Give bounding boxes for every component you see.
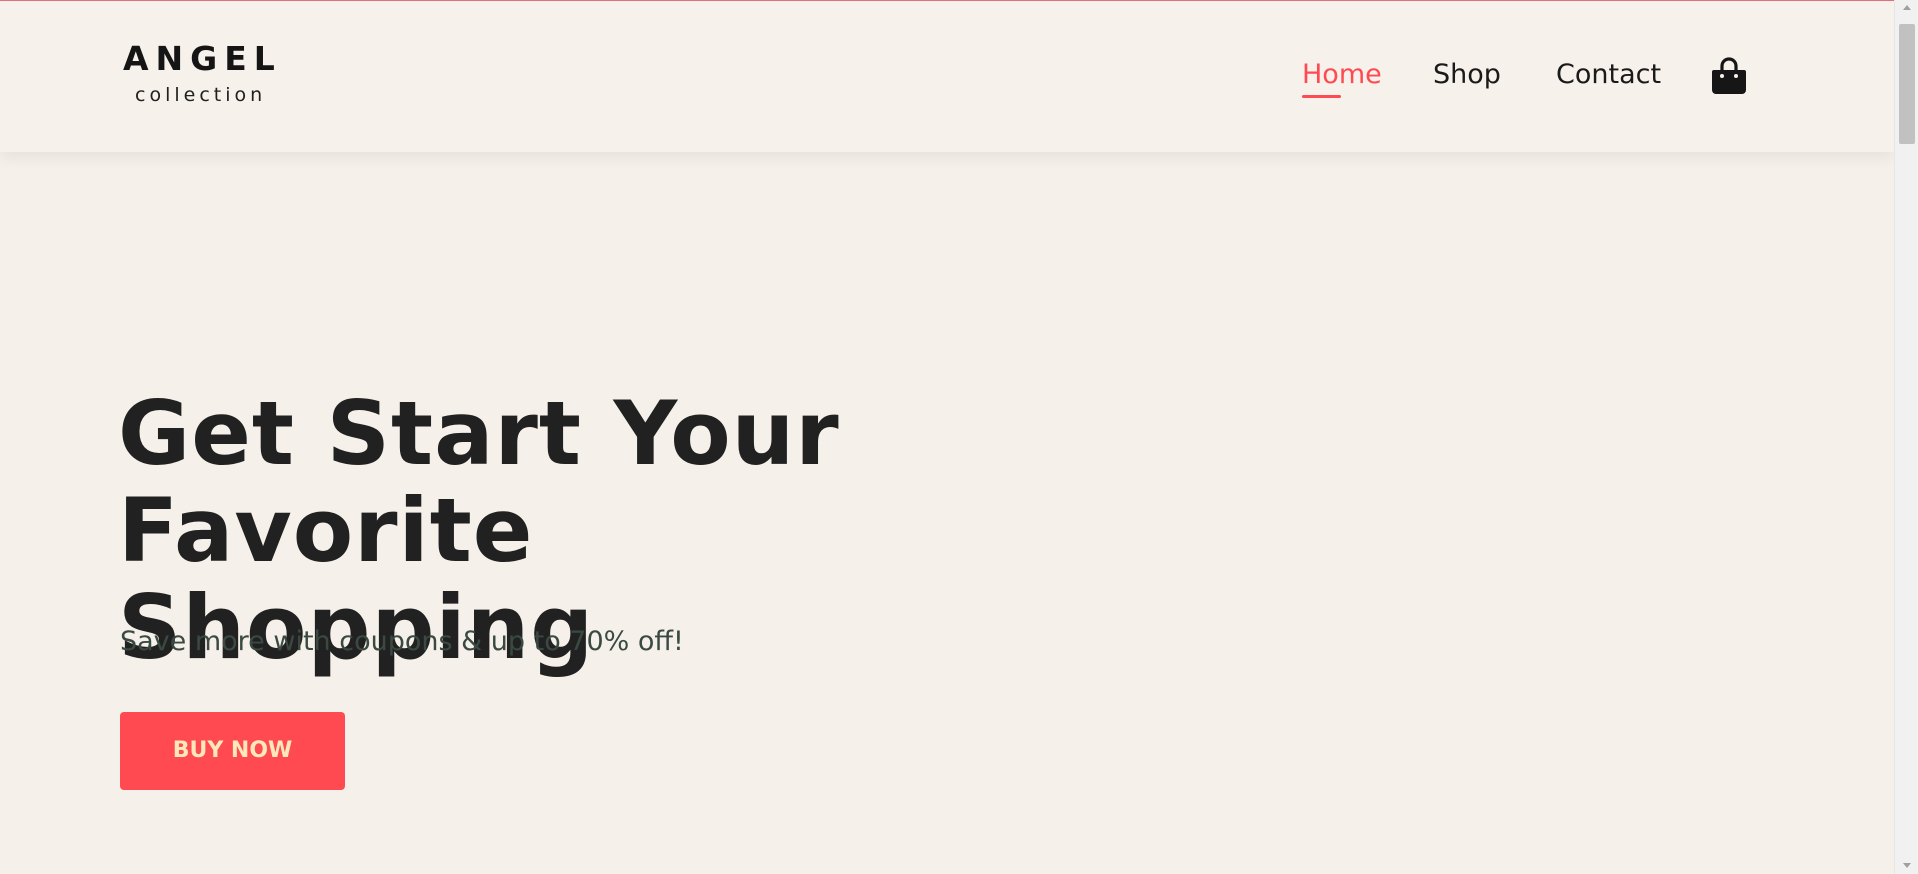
nav-link-home-label: Home [1302,59,1382,90]
hero-title-line-1: Get Start Your [118,382,840,485]
scrollbar-thumb[interactable] [1899,24,1915,144]
nav-link-shop-label: Shop [1433,59,1501,90]
scroll-up-arrow-icon[interactable] [1903,5,1911,10]
page: ANGEL collection Home Shop Contact Get S… [0,0,1894,874]
hero-subtitle: Save more with coupons & up to 70% off! [120,626,684,657]
nav-link-contact[interactable]: Contact [1556,58,1661,92]
buy-now-button[interactable]: BUY NOW [120,712,345,790]
nav-link-contact-label: Contact [1556,59,1662,90]
site-header: ANGEL collection Home Shop Contact [0,2,1894,152]
main-nav: Home Shop Contact [0,58,1894,108]
shopping-bag-icon[interactable] [1711,57,1747,95]
scroll-down-arrow-icon[interactable] [1903,863,1911,868]
nav-link-home[interactable]: Home [1302,58,1382,98]
nav-link-shop[interactable]: Shop [1433,58,1501,92]
active-nav-underline [1302,95,1341,98]
vertical-scrollbar[interactable] [1894,0,1918,874]
